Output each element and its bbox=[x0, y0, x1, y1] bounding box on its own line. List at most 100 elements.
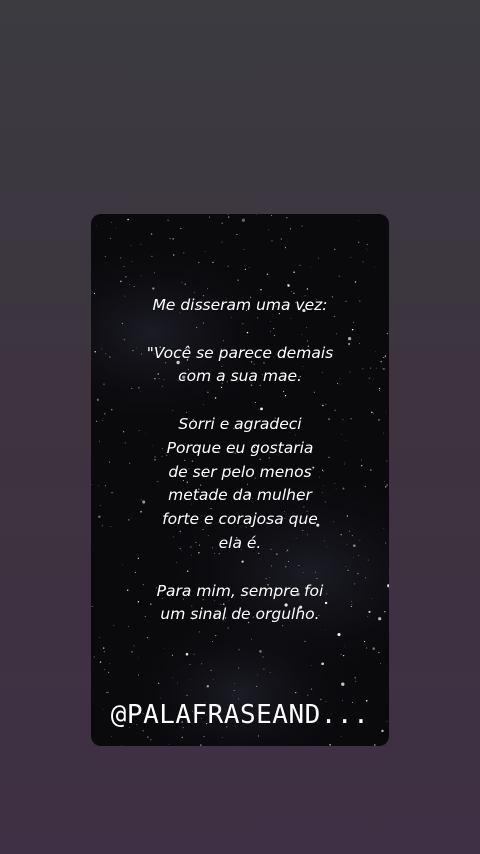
star bbox=[291, 290, 292, 292]
star bbox=[103, 651, 105, 653]
star bbox=[198, 262, 200, 264]
star bbox=[200, 744, 202, 746]
star bbox=[110, 221, 112, 223]
quote-line: forte e corajosa que bbox=[162, 510, 318, 529]
star bbox=[184, 283, 186, 285]
star bbox=[206, 685, 210, 688]
star bbox=[307, 694, 309, 696]
quote-text: Me disseram uma vez: "Você se parece dem… bbox=[91, 294, 389, 627]
star bbox=[167, 219, 169, 221]
star bbox=[119, 280, 122, 283]
star bbox=[104, 256, 106, 257]
star bbox=[109, 237, 112, 240]
star bbox=[173, 254, 175, 256]
star bbox=[204, 251, 206, 253]
star bbox=[177, 682, 179, 684]
star bbox=[257, 674, 258, 676]
star bbox=[172, 677, 174, 679]
star bbox=[185, 652, 189, 656]
star bbox=[140, 275, 142, 277]
star bbox=[381, 729, 384, 733]
star bbox=[214, 260, 215, 262]
star bbox=[102, 647, 105, 649]
star bbox=[172, 238, 174, 240]
star bbox=[127, 218, 129, 221]
star bbox=[186, 694, 188, 696]
star bbox=[378, 652, 380, 654]
star bbox=[374, 744, 376, 746]
star bbox=[201, 663, 203, 665]
star bbox=[140, 243, 142, 245]
quote-line: com a sua mae. bbox=[178, 367, 302, 386]
star bbox=[212, 679, 214, 680]
star bbox=[228, 216, 230, 218]
star bbox=[164, 648, 165, 649]
star bbox=[266, 273, 269, 275]
quote-line bbox=[91, 318, 389, 342]
star bbox=[256, 685, 258, 688]
star bbox=[306, 288, 309, 290]
star bbox=[268, 229, 270, 231]
star bbox=[125, 276, 127, 278]
star bbox=[221, 736, 223, 738]
star bbox=[193, 653, 195, 655]
star bbox=[289, 228, 292, 230]
star bbox=[358, 220, 359, 222]
star bbox=[340, 653, 342, 655]
star bbox=[152, 287, 155, 290]
star bbox=[263, 668, 265, 670]
star bbox=[158, 682, 160, 684]
star bbox=[169, 238, 171, 240]
quote-line: Para mim, sempre foi bbox=[156, 581, 324, 600]
star bbox=[333, 248, 336, 251]
star bbox=[147, 736, 149, 738]
star bbox=[304, 640, 306, 643]
star bbox=[146, 637, 148, 639]
quote-line bbox=[91, 556, 389, 580]
star bbox=[104, 669, 106, 670]
star bbox=[286, 217, 288, 219]
star bbox=[212, 261, 214, 264]
account-handle[interactable]: @PALAFRASEAND... bbox=[91, 700, 389, 730]
star bbox=[374, 266, 375, 268]
star bbox=[262, 656, 264, 658]
star bbox=[355, 681, 357, 682]
star bbox=[150, 739, 152, 741]
star bbox=[243, 249, 245, 250]
star bbox=[108, 692, 109, 694]
star bbox=[151, 255, 153, 257]
star bbox=[215, 635, 217, 637]
star bbox=[231, 694, 233, 696]
star bbox=[271, 240, 273, 242]
star bbox=[269, 672, 271, 674]
star bbox=[325, 629, 326, 631]
star bbox=[99, 636, 101, 638]
star bbox=[310, 665, 312, 666]
star bbox=[341, 682, 345, 686]
star bbox=[237, 279, 239, 281]
star bbox=[366, 647, 368, 649]
star bbox=[258, 735, 259, 737]
star bbox=[137, 674, 140, 676]
star bbox=[329, 744, 331, 746]
star bbox=[189, 679, 191, 681]
star bbox=[209, 216, 210, 218]
star bbox=[284, 247, 286, 249]
star bbox=[131, 651, 133, 653]
star bbox=[340, 736, 342, 737]
star bbox=[206, 288, 209, 290]
star bbox=[221, 222, 223, 224]
star bbox=[154, 272, 155, 274]
star bbox=[211, 641, 213, 643]
star bbox=[366, 244, 368, 246]
star bbox=[299, 264, 301, 267]
star bbox=[133, 645, 135, 647]
story-card[interactable]: Me disseram uma vez: "Você se parece dem… bbox=[91, 214, 389, 746]
star bbox=[198, 631, 200, 633]
star bbox=[357, 241, 360, 244]
star bbox=[366, 247, 367, 249]
quote-line: "Você se parece demais bbox=[146, 343, 334, 362]
star bbox=[221, 241, 223, 243]
star bbox=[287, 284, 290, 287]
star bbox=[130, 244, 132, 246]
